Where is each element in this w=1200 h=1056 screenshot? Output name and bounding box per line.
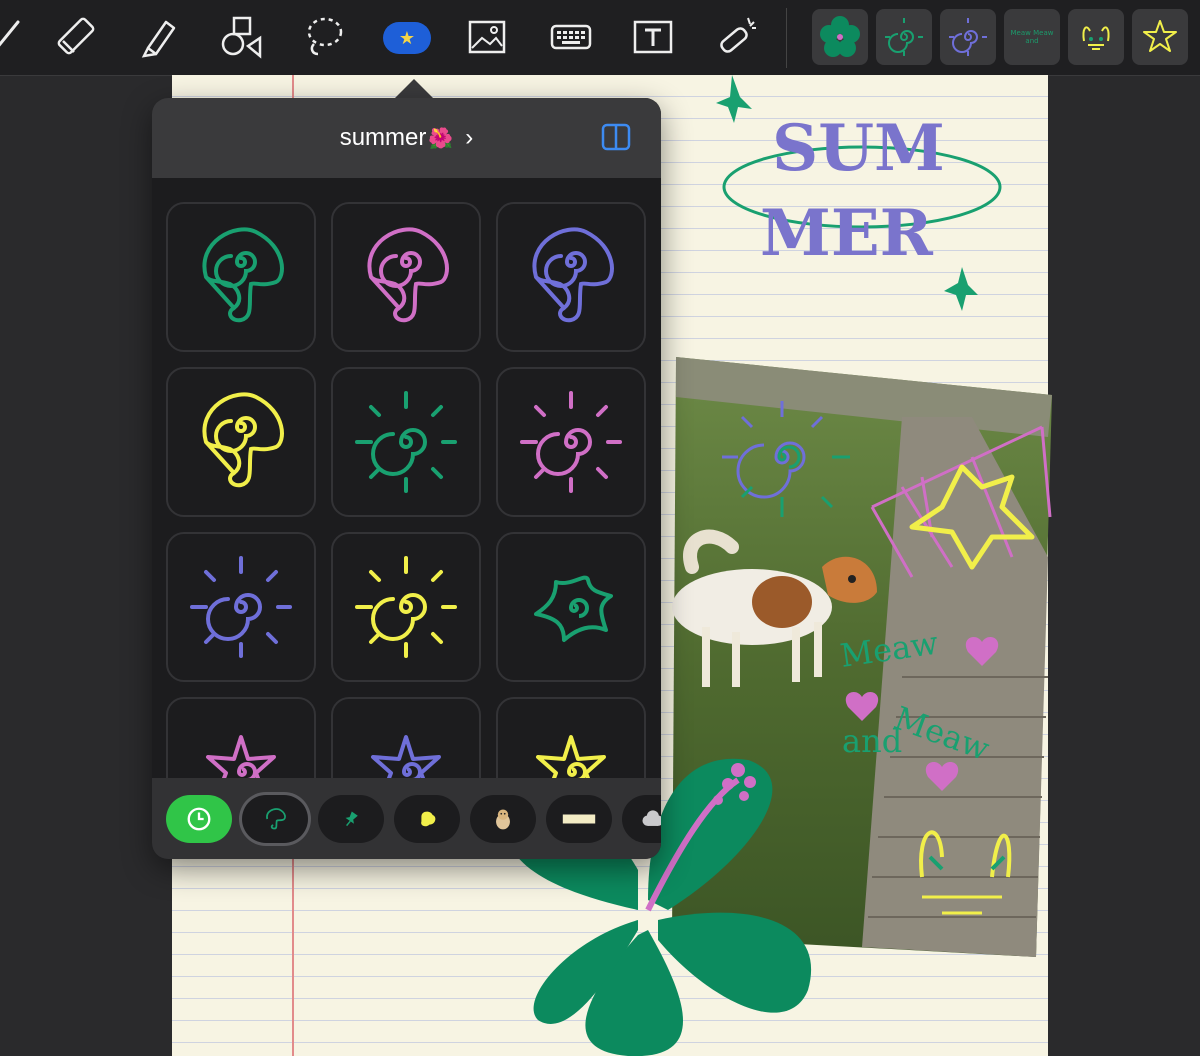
recent-sticker-green-sun[interactable] [876,9,932,65]
sticker-pink-mushroom[interactable] [331,202,481,352]
dog-icon [496,809,510,830]
sticker-green-star[interactable] [496,532,646,682]
tab-pin[interactable] [318,795,384,843]
popover-arrow [394,79,434,99]
keyboard-icon[interactable] [546,12,596,62]
tab-dog-photo[interactable] [470,795,536,843]
tape-icon [562,814,596,824]
tab-yellow-blob[interactable] [394,795,460,843]
sticker-purple-sun[interactable] [166,532,316,682]
summer-doodle[interactable]: SUM MER [712,75,1012,325]
image-icon[interactable] [462,12,512,62]
summer-doodle-line2: MER [760,196,934,271]
sticker-popover: summer 🌺 › [152,98,661,859]
sticker-yellow-sun[interactable] [331,532,481,682]
sticker-grid [164,202,652,802]
sticker-pink-sun[interactable] [496,367,646,517]
recent-sticker-cat-face[interactable] [1068,9,1124,65]
cloud-icon [642,810,661,826]
chevron-right-icon: › [465,124,474,151]
meaw-sticker-text: Meaw Meaw and [1010,29,1054,45]
recent-sticker-meaw-text[interactable]: Meaw Meaw and [1004,9,1060,65]
sticker-green-sun[interactable] [331,367,481,517]
eraser-icon[interactable] [52,12,102,62]
sticker-pack-name: summer [339,124,427,151]
sticker-pack-title[interactable]: summer 🌺 › [152,98,661,178]
tab-tape[interactable] [546,795,612,843]
recent-sticker-hibiscus[interactable] [812,9,868,65]
toolbar: ★ Meaw Meaw and [0,0,1200,76]
tab-summer-doodles[interactable] [242,795,308,843]
mushroom-icon [266,808,286,830]
sticker-category-tabs [152,778,661,859]
recent-sticker-yellow-star[interactable] [1132,9,1188,65]
sticker-green-mushroom[interactable] [166,202,316,352]
recent-sticker-purple-sun[interactable] [940,9,996,65]
split-view-icon[interactable] [601,122,631,152]
sticker-purple-mushroom[interactable] [496,202,646,352]
tab-recents[interactable] [166,795,232,843]
text-box-icon[interactable] [628,12,678,62]
toolbar-divider [786,8,787,68]
sticker-yellow-mushroom[interactable] [166,367,316,517]
tab-cloud[interactable] [622,795,661,843]
highlighter-icon[interactable] [134,12,184,62]
sticker-tool-button[interactable]: ★ [383,22,431,54]
pen-icon[interactable] [0,12,30,62]
pin-icon [345,811,358,827]
shapes-icon[interactable] [216,12,266,62]
clock-icon [187,807,211,831]
blob-icon [421,811,436,827]
summer-doodle-line1: SUM [772,111,945,186]
photo-annotation-and: and [842,722,902,760]
hibiscus-emoji: 🌺 [428,127,454,150]
laser-pointer-icon[interactable] [712,12,762,62]
star-icon: ★ [398,28,416,48]
lasso-icon[interactable] [298,12,348,62]
